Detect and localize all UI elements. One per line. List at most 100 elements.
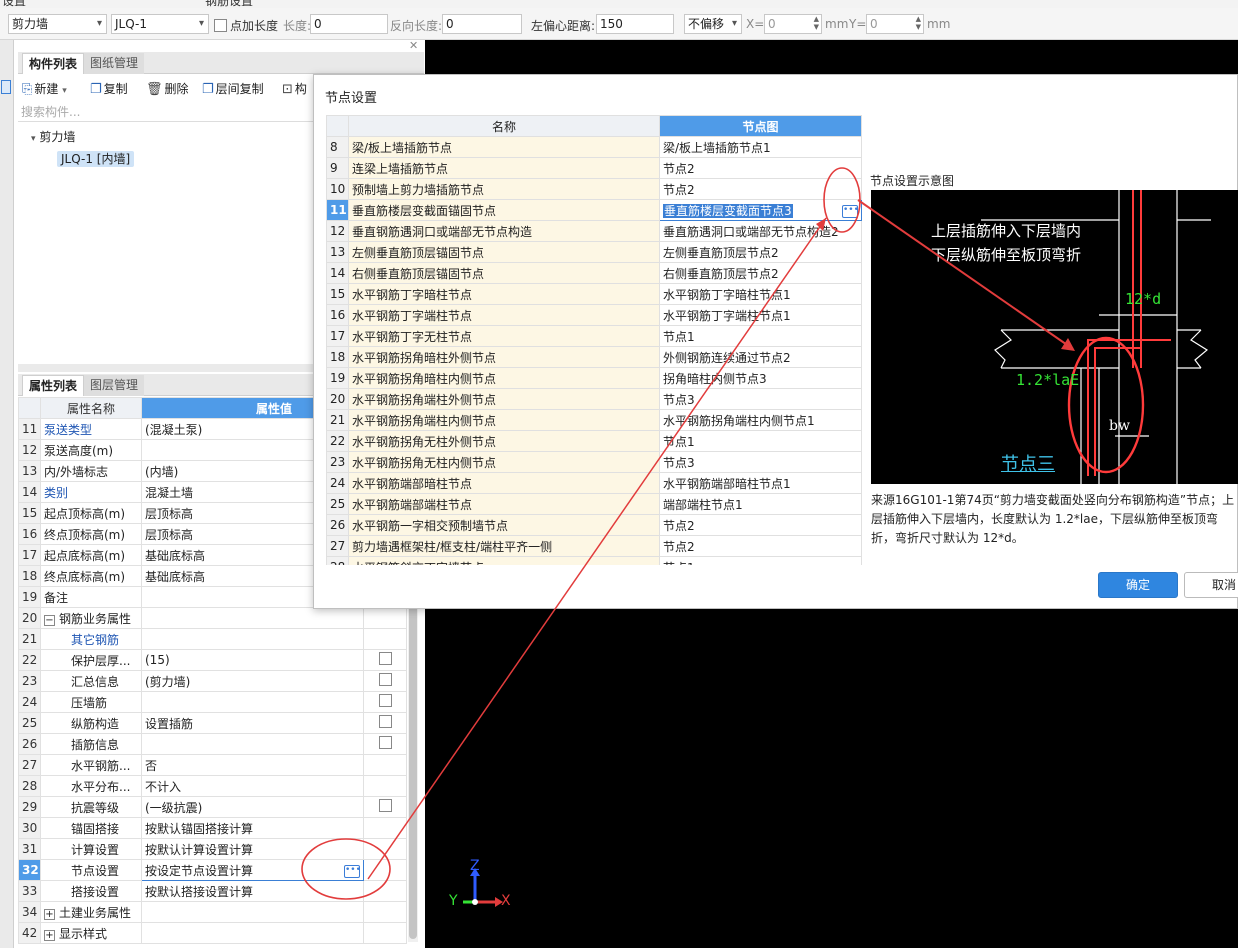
attach-checkbox[interactable] — [378, 715, 392, 728]
property-row[interactable]: 24 压墙筋 — [18, 691, 408, 713]
node-row[interactable]: 16 水平钢筋丁字端柱节点 水平钢筋丁字端柱节点1 — [326, 304, 862, 326]
node-diagram-value[interactable]: 外侧钢筋连续通过节点2 — [659, 346, 862, 368]
delete-button[interactable]: 🗑 删除 — [146, 80, 189, 97]
node-diagram-value[interactable]: 垂直筋遇洞口或端部无节点构造2 — [659, 220, 862, 242]
offset-input[interactable]: 150 — [596, 14, 674, 34]
add-length-checkbox[interactable]: 点加长度 — [214, 17, 278, 34]
node-diagram-value[interactable]: 节点2 — [659, 157, 862, 179]
floor-copy-button[interactable]: ❐ 层间复制 — [202, 80, 264, 97]
node-diagram-value[interactable]: 节点1 — [659, 325, 862, 347]
ok-button[interactable]: 确定 — [1098, 572, 1178, 598]
node-diagram-value[interactable]: 节点3 — [659, 451, 862, 473]
expand-icon[interactable]: + — [44, 908, 55, 920]
offset-mode-select[interactable]: 不偏移 — [684, 14, 742, 34]
property-row[interactable]: 33 搭接设置 按默认搭接设置计算 — [18, 880, 408, 902]
cancel-button[interactable]: 取消 — [1184, 572, 1238, 598]
property-row[interactable]: 32 节点设置 按设定节点设置计算 ••• — [18, 859, 408, 881]
node-row[interactable]: 17 水平钢筋丁字无柱节点 节点1 — [326, 325, 862, 347]
length-input[interactable]: 0 — [310, 14, 388, 34]
node-diagram-value[interactable]: 节点1 — [659, 556, 862, 565]
node-row[interactable]: 25 水平钢筋端部端柱节点 端部端柱节点1 — [326, 493, 862, 515]
type-select[interactable]: 剪力墙 — [8, 14, 107, 34]
node-diagram-value[interactable]: 节点2 — [659, 514, 862, 536]
node-row[interactable]: 12 垂直钢筋遇洞口或端部无节点构造 垂直筋遇洞口或端部无节点构造2 — [326, 220, 862, 242]
node-diagram-value[interactable]: 水平钢筋拐角端柱内侧节点1 — [659, 409, 862, 431]
property-row[interactable]: 42 + 显示样式 — [18, 922, 408, 944]
node-row[interactable]: 20 水平钢筋拐角端柱外侧节点 节点3 — [326, 388, 862, 410]
dock-icon[interactable] — [1, 80, 11, 94]
node-diagram-value[interactable]: 拐角暗柱内侧节点3 — [659, 367, 862, 389]
node-diagram-value[interactable]: 水平钢筋丁字端柱节点1 — [659, 304, 862, 326]
node-diagram-value[interactable]: 水平钢筋丁字暗柱节点1 — [659, 283, 862, 305]
node-row[interactable]: 28水平钢筋斜交丁字墙节点节点1 — [326, 556, 862, 565]
property-row[interactable]: 20− 钢筋业务属性 — [18, 607, 408, 629]
node-diagram-value[interactable]: 节点2 — [659, 178, 862, 200]
property-value[interactable] — [141, 901, 364, 923]
node-diagram-value[interactable]: 端部端柱节点1 — [659, 493, 862, 515]
node-row[interactable]: 19 水平钢筋拐角暗柱内侧节点 拐角暗柱内侧节点3 — [326, 367, 862, 389]
node-diagram-value[interactable]: 梁/板上墙插筋节点1 — [659, 136, 862, 158]
property-value[interactable]: 否 — [141, 754, 364, 776]
tree-root-shear-wall[interactable]: ▾ 剪力墙 — [31, 128, 75, 145]
property-value[interactable] — [141, 691, 364, 713]
property-row[interactable]: 26 插筋信息 — [18, 733, 408, 755]
y-input[interactable]: 0 ▲ ▼ — [866, 14, 924, 34]
node-diagram-value[interactable]: 垂直筋楼层变截面节点3 ••• — [659, 199, 862, 221]
property-row[interactable]: 30 锚固搭接 按默认锚固搭接计算 — [18, 817, 408, 839]
x-input[interactable]: 0 ▲ ▼ — [764, 14, 822, 34]
ellipsis-button-icon[interactable]: ••• — [842, 204, 859, 218]
property-value[interactable]: (一级抗震) — [141, 796, 364, 818]
expand-icon[interactable]: + — [44, 929, 55, 941]
property-value[interactable]: 按默认锚固搭接计算 — [141, 817, 364, 839]
copy-button[interactable]: ❐ 复制 — [90, 80, 128, 97]
attach-checkbox[interactable] — [378, 652, 392, 665]
node-diagram-value[interactable]: 左侧垂直筋顶层节点2 — [659, 241, 862, 263]
node-diagram-value[interactable]: 节点1 — [659, 430, 862, 452]
attach-checkbox[interactable] — [378, 673, 392, 686]
close-icon[interactable]: ✕ — [409, 39, 418, 52]
property-row[interactable]: 34 + 土建业务属性 — [18, 901, 408, 923]
property-value[interactable] — [141, 607, 364, 629]
attach-checkbox[interactable] — [378, 694, 392, 707]
node-row[interactable]: 22 水平钢筋拐角无柱外侧节点 节点1 — [326, 430, 862, 452]
component-select[interactable]: JLQ-1 — [111, 14, 209, 34]
node-row[interactable]: 13 左侧垂直筋顶层锚固节点 左侧垂直筋顶层节点2 — [326, 241, 862, 263]
property-row[interactable]: 28 水平分布... 不计入 — [18, 775, 408, 797]
node-diagram-value[interactable]: 节点3 — [659, 388, 862, 410]
node-diagram-value[interactable]: 水平钢筋端部暗柱节点1 — [659, 472, 862, 494]
property-row[interactable]: 27 水平钢筋... 否 — [18, 754, 408, 776]
node-row[interactable]: 21 水平钢筋拐角端柱内侧节点 水平钢筋拐角端柱内侧节点1 — [326, 409, 862, 431]
property-value[interactable] — [141, 628, 364, 650]
new-button[interactable]: ⎘ 新建 ▾ — [22, 80, 67, 97]
tab-property-list[interactable]: 属性列表 — [22, 375, 85, 396]
node-row[interactable]: 18 水平钢筋拐角暗柱外侧节点 外侧钢筋连续通过节点2 — [326, 346, 862, 368]
node-row[interactable]: 9 连梁上墙插筋节点 节点2 — [326, 157, 862, 179]
node-row[interactable]: 26 水平钢筋一字相交预制墙节点 节点2 — [326, 514, 862, 536]
property-value[interactable]: (剪力墙) — [141, 670, 364, 692]
property-value[interactable]: 设置插筋 — [141, 712, 364, 734]
node-row[interactable]: 23 水平钢筋拐角无柱内侧节点 节点3 — [326, 451, 862, 473]
property-value[interactable]: 按默认计算设置计算 — [141, 838, 364, 860]
tab-layer-management[interactable]: 图层管理 — [84, 375, 145, 396]
property-row[interactable]: 25 纵筋构造 设置插筋 — [18, 712, 408, 734]
property-value[interactable] — [141, 733, 364, 755]
node-row[interactable]: 10 预制墙上剪力墙插筋节点 节点2 — [326, 178, 862, 200]
node-diagram-value[interactable]: 右侧垂直筋顶层节点2 — [659, 262, 862, 284]
node-row[interactable]: 14 右侧垂直筋顶层锚固节点 右侧垂直筋顶层节点2 — [326, 262, 862, 284]
component-search-input[interactable]: 搜索构件... — [18, 102, 318, 122]
property-row[interactable]: 21 其它钢筋 — [18, 628, 408, 650]
node-diagram-value[interactable]: 节点2 — [659, 535, 862, 557]
reverse-length-input[interactable]: 0 — [442, 14, 522, 34]
property-row[interactable]: 31 计算设置 按默认计算设置计算 — [18, 838, 408, 860]
component-more-button[interactable]: ⊡ 构 — [282, 80, 307, 97]
property-value[interactable]: (15) — [141, 649, 364, 671]
node-row[interactable]: 15 水平钢筋丁字暗柱节点 水平钢筋丁字暗柱节点1 — [326, 283, 862, 305]
tab-drawing-management[interactable]: 图纸管理 — [84, 53, 145, 74]
property-value[interactable] — [141, 922, 364, 944]
property-row[interactable]: 29 抗震等级 (一级抗震) — [18, 796, 408, 818]
node-row[interactable]: 8 梁/板上墙插筋节点 梁/板上墙插筋节点1 — [326, 136, 862, 158]
property-value[interactable]: 按默认搭接设置计算 — [141, 880, 364, 902]
property-row[interactable]: 22 保护层厚... (15) — [18, 649, 408, 671]
node-row[interactable]: 27 剪力墙遇框架柱/框支柱/端柱平齐一侧 节点2 — [326, 535, 862, 557]
node-row[interactable]: 24 水平钢筋端部暗柱节点 水平钢筋端部暗柱节点1 — [326, 472, 862, 494]
